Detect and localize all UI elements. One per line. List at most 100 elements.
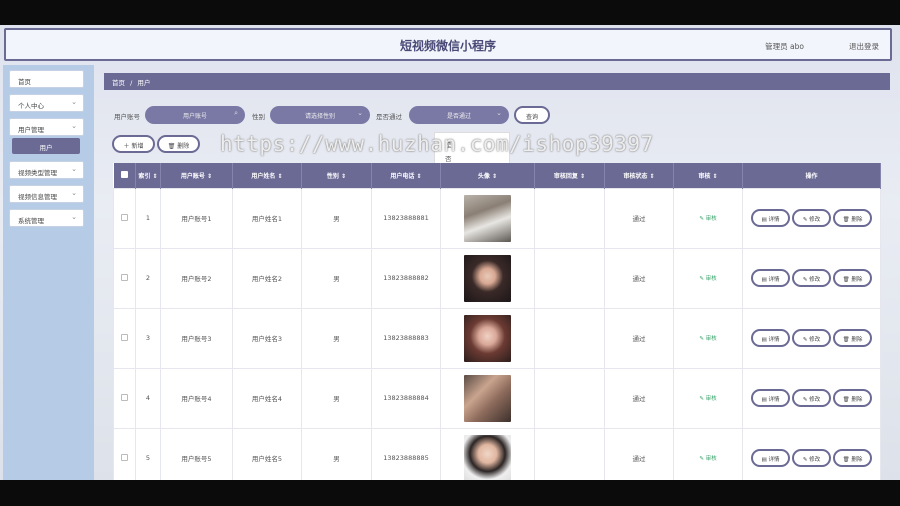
delete-label: 删除 [851, 397, 863, 403]
detail-button[interactable]: ▤ 详情 [751, 329, 790, 347]
audit-label: 审核 [705, 336, 717, 342]
detail-label: 详情 [768, 397, 780, 403]
row-select[interactable] [113, 187, 136, 249]
sidebar-item-video-info[interactable]: 视频信息管理 ⌄ [9, 185, 84, 203]
cell-reply [534, 247, 605, 309]
breadcrumb-home[interactable]: 首页 [112, 79, 125, 87]
cell-name: 用户姓名1 [232, 187, 302, 249]
batch-delete-button[interactable]: 🗑 删除 [157, 135, 200, 153]
approved-label: 是否通过 [376, 113, 402, 121]
cell-status: 通过 [604, 247, 674, 309]
audit-link[interactable]: ✎ 审核 [699, 276, 716, 282]
cell-phone: 13823888883 [371, 307, 441, 369]
row-checkbox[interactable] [121, 393, 128, 401]
row-select[interactable] [113, 307, 136, 369]
detail-button[interactable]: ▤ 详情 [751, 209, 790, 227]
delete-button[interactable]: 🗑 删除 [833, 449, 872, 467]
edit-label: 修改 [809, 217, 821, 223]
sidebar-item-home[interactable]: 首页 [9, 70, 84, 88]
chevron-down-icon: ⌄ [71, 165, 77, 173]
cell-reply [534, 367, 605, 429]
audit-link[interactable]: ✎ 审核 [699, 216, 716, 222]
col-reply[interactable]: 审核回复 ⇕ [534, 163, 605, 188]
admin-label: 管理员 abo [765, 42, 804, 51]
row-select[interactable] [113, 367, 136, 429]
sidebar-item-label: 系统管理 [18, 217, 44, 225]
audit-label: 审核 [705, 456, 717, 462]
table-row: 2 用户账号2 用户姓名2 男 13823888882 通过 ✎ 审核 ▤ 详情… [113, 247, 881, 309]
col-name[interactable]: 用户姓名 ⇕ [232, 163, 302, 188]
sidebar-item-label: 个人中心 [18, 102, 44, 110]
cell-status: 通过 [604, 427, 674, 480]
search-bar: 用户账号 用户账号 ⌕ 性别 请选择性别 ⌄ 是否通过 是否通过 ⌄ 查询 [104, 105, 890, 125]
row-select[interactable] [113, 427, 136, 480]
delete-button[interactable]: 🗑 删除 [833, 209, 872, 227]
col-label: 性别 [326, 172, 339, 180]
col-phone[interactable]: 用户电话 ⇕ [371, 163, 441, 188]
detail-button[interactable]: ▤ 详情 [751, 389, 790, 407]
app-title: 短视频微信小程序 [399, 39, 496, 53]
watermark-text: https://www.huzhan.com/ishop39397 [220, 132, 654, 156]
add-button[interactable]: ＋ 新增 [112, 135, 155, 153]
col-gender[interactable]: 性别 ⇕ [301, 163, 372, 188]
col-audit[interactable]: 审核 ⇕ [673, 163, 743, 188]
edit-button[interactable]: ✎ 修改 [792, 269, 831, 287]
detail-label: 详情 [768, 457, 780, 463]
edit-button[interactable]: ✎ 修改 [792, 209, 831, 227]
audit-link[interactable]: ✎ 审核 [699, 396, 716, 402]
select-all-checkbox[interactable] [120, 170, 128, 178]
cell-account: 用户账号1 [160, 187, 233, 249]
cell-index: 5 [135, 427, 161, 480]
chevron-down-icon: ⌄ [71, 122, 77, 130]
approved-select[interactable]: 是否通过 ⌄ [409, 106, 509, 124]
row-checkbox[interactable] [121, 213, 128, 221]
edit-button[interactable]: ✎ 修改 [792, 389, 831, 407]
sidebar-item-user-management[interactable]: 用户管理 ⌄ [9, 118, 84, 136]
col-status[interactable]: 审核状态 ⇕ [604, 163, 674, 188]
delete-button[interactable]: 🗑 删除 [833, 269, 872, 287]
sidebar-item-video-type[interactable]: 视频类型管理 ⌄ [9, 161, 84, 179]
cell-actions: ▤ 详情 ✎ 修改 🗑 删除 [742, 367, 881, 429]
row-checkbox[interactable] [121, 273, 128, 281]
col-label: 操作 [805, 172, 818, 180]
col-avatar[interactable]: 头像 ⇕ [440, 163, 535, 188]
audit-link[interactable]: ✎ 审核 [699, 336, 716, 342]
delete-button[interactable]: 🗑 删除 [833, 329, 872, 347]
cell-account: 用户账号2 [160, 247, 233, 309]
edit-button[interactable]: ✎ 修改 [792, 329, 831, 347]
logout-link[interactable]: 退出登录 [849, 41, 879, 52]
edit-button[interactable]: ✎ 修改 [792, 449, 831, 467]
row-select[interactable] [113, 247, 136, 309]
account-search-input[interactable]: 用户账号 ⌕ [145, 106, 245, 124]
breadcrumb: 首页 / 用户 [104, 73, 890, 90]
col-account[interactable]: 用户账号 ⇕ [160, 163, 233, 188]
delete-button[interactable]: 🗑 删除 [833, 389, 872, 407]
table-row: 5 用户账号5 用户姓名5 男 13823888885 通过 ✎ 审核 ▤ 详情… [113, 427, 881, 480]
audit-link[interactable]: ✎ 审核 [699, 456, 716, 462]
cell-account: 用户账号5 [160, 427, 233, 480]
detail-button[interactable]: ▤ 详情 [751, 449, 790, 467]
sidebar-item-profile[interactable]: 个人中心 ⌄ [9, 94, 84, 112]
cell-gender: 男 [301, 307, 372, 369]
table-header-row: 索引 ⇕ 用户账号 ⇕ 用户姓名 ⇕ 性别 ⇕ 用户电话 ⇕ 头像 ⇕ 审核回复… [113, 163, 881, 188]
audit-label: 审核 [705, 216, 717, 222]
sidebar-item-system[interactable]: 系统管理 ⌄ [9, 209, 84, 227]
account-label: 用户账号 [114, 113, 140, 121]
row-checkbox[interactable] [121, 333, 128, 341]
col-index[interactable]: 索引 ⇕ [135, 163, 161, 188]
row-checkbox[interactable] [121, 453, 128, 461]
sidebar-subitem-user[interactable]: 用户 [12, 138, 80, 154]
sidebar-item-label: 用户管理 [18, 126, 44, 134]
chevron-down-icon: ⌄ [496, 109, 502, 117]
chevron-down-icon: ⌄ [357, 109, 363, 117]
account-placeholder: 用户账号 [182, 113, 207, 120]
select-all-header[interactable] [113, 163, 136, 188]
cell-avatar [440, 307, 535, 369]
query-button[interactable]: 查询 [514, 106, 550, 124]
audit-label: 审核 [705, 396, 717, 402]
table-row: 4 用户账号4 用户姓名4 男 13823888884 通过 ✎ 审核 ▤ 详情… [113, 367, 881, 429]
gender-select[interactable]: 请选择性别 ⌄ [270, 106, 370, 124]
delete-label: 删除 [851, 457, 863, 463]
cell-audit: ✎ 审核 [673, 427, 743, 480]
detail-button[interactable]: ▤ 详情 [751, 269, 790, 287]
